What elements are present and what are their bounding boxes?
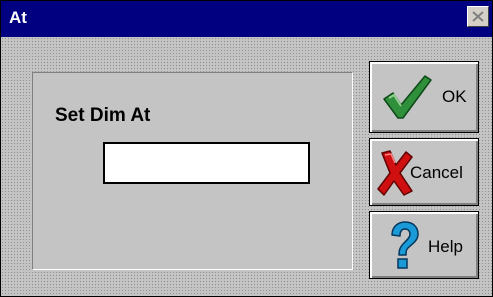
help-button[interactable]: Help — [369, 211, 479, 279]
checkmark-icon — [383, 75, 432, 119]
dialog-window: At Set Dim At OK Cancel Help — [0, 0, 493, 297]
title-bar[interactable]: At — [1, 1, 492, 37]
dim-at-input[interactable] — [103, 142, 310, 184]
help-label: Help — [428, 237, 463, 256]
ok-label: OK — [442, 87, 467, 106]
window-title: At — [9, 8, 27, 27]
close-button[interactable] — [467, 6, 489, 27]
input-panel: Set Dim At — [32, 72, 353, 270]
set-dim-at-label: Set Dim At — [55, 105, 151, 126]
cancel-label: Cancel — [410, 163, 463, 182]
cancel-button[interactable]: Cancel — [369, 138, 479, 206]
ok-button[interactable]: OK — [369, 61, 479, 133]
red-x-icon — [377, 150, 413, 196]
question-mark-icon — [391, 221, 419, 269]
close-icon — [472, 11, 484, 22]
